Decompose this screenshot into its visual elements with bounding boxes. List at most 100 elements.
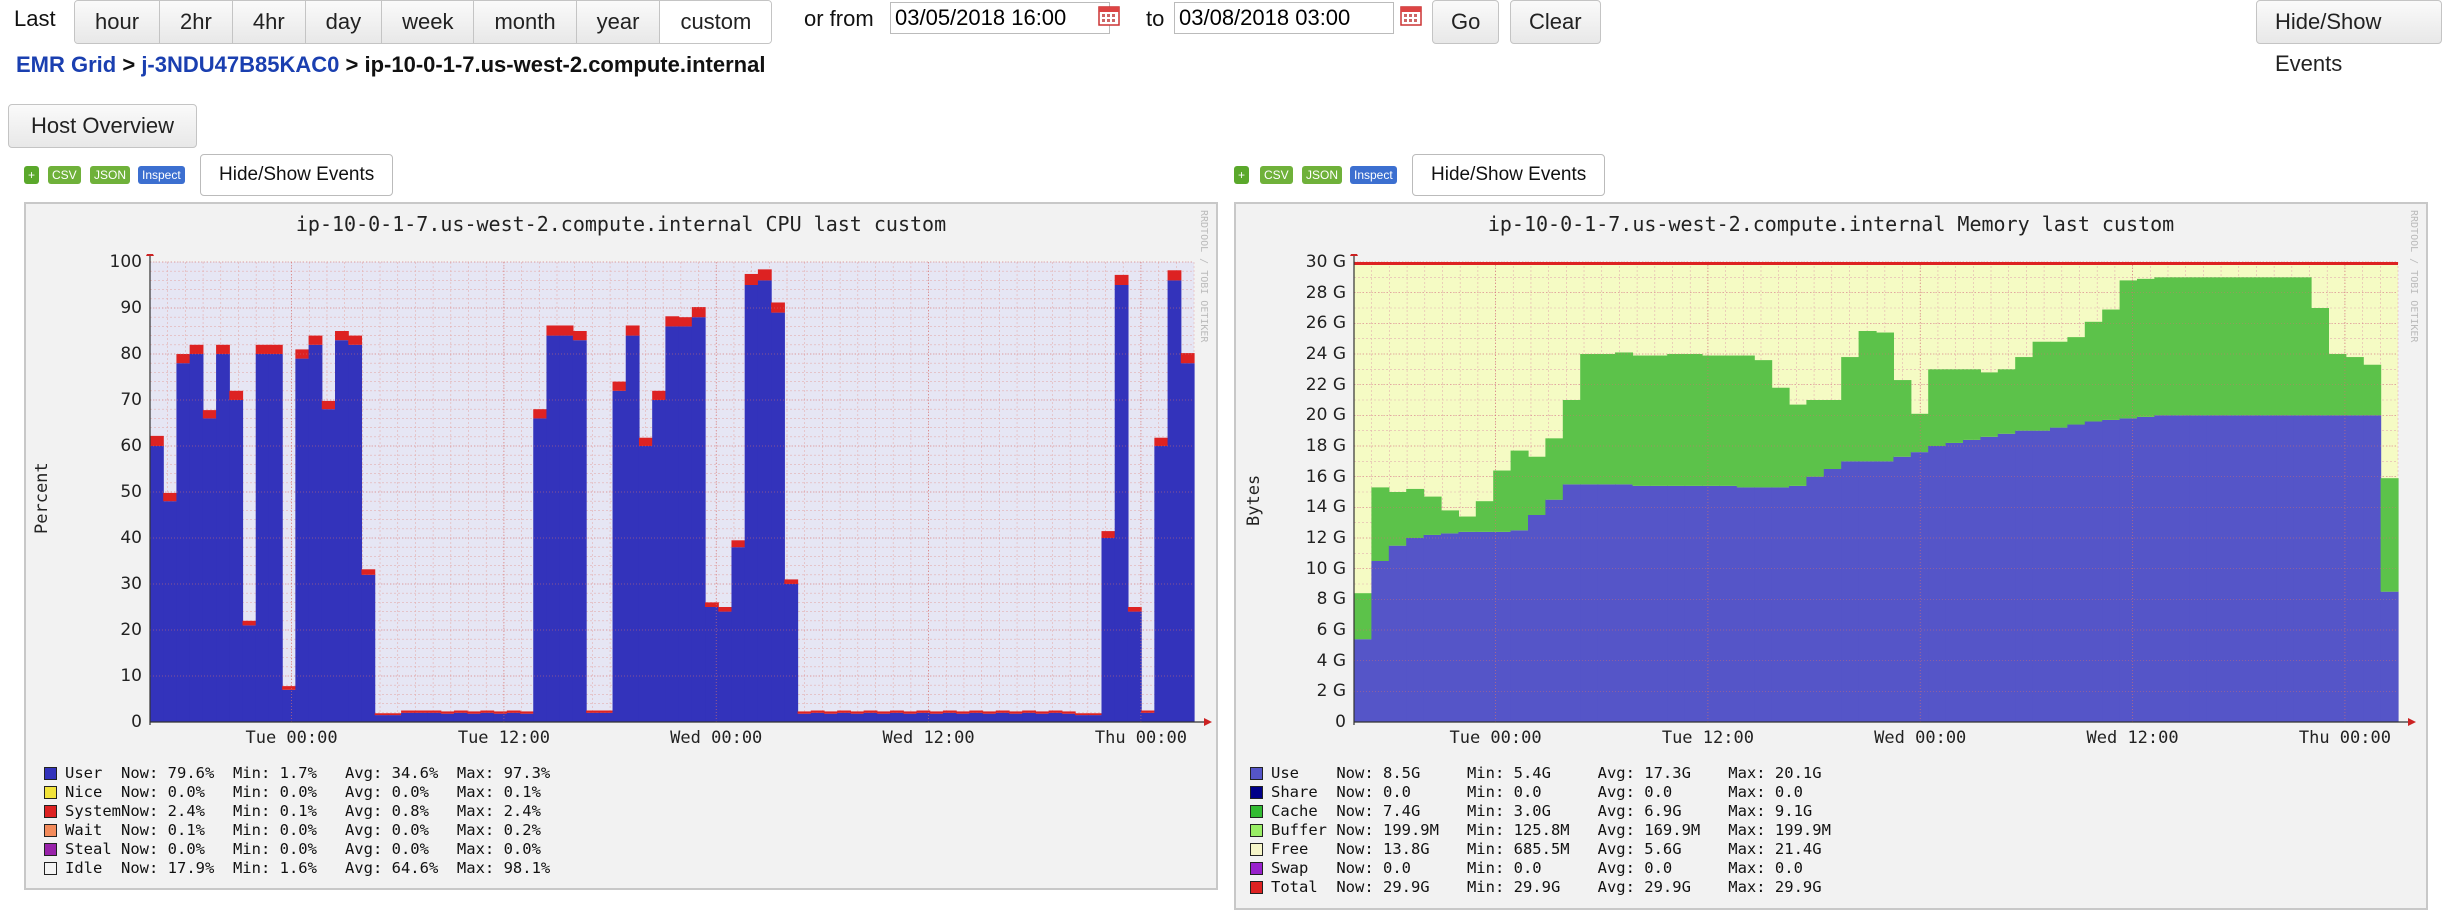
area-system-segment [625,325,640,336]
area-cache-segment [1510,450,1529,531]
to-date-input[interactable] [1174,2,1394,34]
area-cache-segment [2102,309,2121,420]
range-2hr-button[interactable]: 2hr [160,1,233,43]
area-system-segment [533,409,548,419]
range-month-button[interactable]: month [474,1,577,43]
area-cache-segment [2258,277,2277,416]
cpu-graph[interactable]: ip-10-0-1-7.us-west-2.compute.internal C… [24,202,1218,890]
go-button[interactable]: Go [1432,0,1500,44]
area-user-segment [797,713,812,722]
area-cache-segment [2015,357,2034,431]
area-use-segment [1580,484,1599,722]
legend-swatch [1250,824,1263,837]
x-tick-label: Wed 12:00 [2086,728,2179,748]
area-system-segment [691,307,706,318]
area-system-segment [1048,710,1063,713]
breadcrumb-grid-link[interactable]: EMR Grid [16,52,116,77]
area-cache-segment [1789,404,1807,486]
area-system-segment [956,711,970,714]
to-calendar-icon[interactable] [1400,4,1422,26]
area-user-segment [625,335,640,722]
area-cache-segment [1771,387,1790,488]
range-custom-button[interactable]: custom [660,1,772,43]
x-tick-label: Tue 00:00 [245,728,338,748]
area-system-segment [903,711,918,714]
area-use-segment [1719,485,1738,722]
area-use-segment [1789,485,1807,722]
legend-text: User Now: 79.6% Min: 1.7% Avg: 34.6% Max… [65,764,551,782]
area-use-segment [1371,561,1390,722]
memory-json-button[interactable]: JSON [1302,166,1343,184]
breadcrumb-cluster-link[interactable]: j-3NDU47B85KAC0 [141,52,339,77]
area-use-segment [1702,485,1720,722]
memory-hide-show-events-button[interactable]: Hide/Show Events [1412,154,1606,196]
area-system-segment [453,710,468,713]
area-use-segment [1858,461,1877,722]
legend-row-free: Free Now: 13.8G Min: 685.5M Avg: 5.6G Ma… [1250,840,1831,859]
cpu-hide-show-events-button[interactable]: Hide/Show Events [200,154,394,196]
memory-add-graph-button[interactable]: + [1234,166,1250,184]
area-user-segment [850,713,865,722]
memory-graph[interactable]: ip-10-0-1-7.us-west-2.compute.internal M… [1234,202,2428,910]
cpu-csv-button[interactable]: CSV [48,166,81,184]
area-cache-segment [2137,278,2155,417]
area-user-segment [929,713,944,722]
memory-y-axis-label: Bytes [1244,474,1264,526]
area-use-segment [1876,461,1894,722]
y-tick-label: 16 G [1305,466,1346,487]
area-user-segment [546,335,561,722]
area-user-segment [586,712,600,722]
area-system-segment [850,711,865,714]
legend-text: Use Now: 8.5G Min: 5.4G Avg: 17.3G Max: … [1271,764,1822,782]
area-user-segment [678,326,693,722]
area-user-segment [810,712,825,722]
cpu-add-graph-button[interactable]: + [24,166,40,184]
area-user-segment [599,712,614,722]
area-use-segment [1667,485,1686,722]
range-4hr-button[interactable]: 4hr [232,1,306,43]
or-from-label: or from [804,6,874,31]
area-system-segment [427,710,442,713]
area-system-segment [229,390,244,400]
hide-show-events-top-button[interactable]: Hide/Show Events [2256,0,2442,76]
memory-graph-title: ip-10-0-1-7.us-west-2.compute.internal M… [1487,212,2175,236]
cpu-json-button[interactable]: JSON [90,166,131,184]
area-use-segment [1458,531,1477,722]
y-tick-label: 4 G [1316,650,1346,671]
legend-swatch [1250,862,1263,875]
legend-row-cache: Cache Now: 7.4G Min: 3.0G Avg: 6.9G Max:… [1250,802,1831,821]
host-overview-button[interactable]: Host Overview [8,104,198,148]
clear-button[interactable]: Clear [1510,0,1601,44]
cpu-inspect-button[interactable]: Inspect [138,166,185,184]
memory-csv-button[interactable]: CSV [1260,166,1293,184]
area-use-segment [2102,419,2121,722]
from-date-input[interactable] [890,2,1110,34]
area-user-segment [890,712,904,722]
range-day-button[interactable]: day [305,1,383,43]
area-system-segment [282,686,296,690]
area-use-segment [1649,485,1668,722]
legend-row-steal: Steal Now: 0.0% Min: 0.0% Avg: 0.0% Max:… [44,840,550,859]
area-system-segment [1127,607,1142,612]
memory-inspect-button[interactable]: Inspect [1350,166,1397,184]
area-user-segment [533,418,548,722]
area-system-segment [652,390,666,400]
area-system-segment [1022,710,1037,713]
area-cache-segment [1736,355,1755,488]
from-calendar-icon[interactable] [1098,4,1120,26]
y-tick-label: 28 G [1305,282,1346,303]
area-system-segment [1167,270,1182,281]
range-year-button[interactable]: year [576,1,661,43]
area-cache-segment [1580,354,1599,485]
legend-text: Cache Now: 7.4G Min: 3.0G Avg: 6.9G Max:… [1271,802,1813,820]
area-system-segment [401,710,415,713]
range-week-button[interactable]: week [382,1,475,43]
area-cache-segment [1945,369,1964,443]
cpu-graph-title: ip-10-0-1-7.us-west-2.compute.internal C… [295,212,947,236]
legend-swatch [44,843,57,856]
time-range-toolbar: Last hour 2hr 4hr day week month year cu… [0,0,2442,76]
area-use-segment [2328,415,2347,722]
range-hour-button[interactable]: hour [75,1,161,43]
area-system-segment [771,302,785,313]
area-cache-segment [2224,277,2242,416]
